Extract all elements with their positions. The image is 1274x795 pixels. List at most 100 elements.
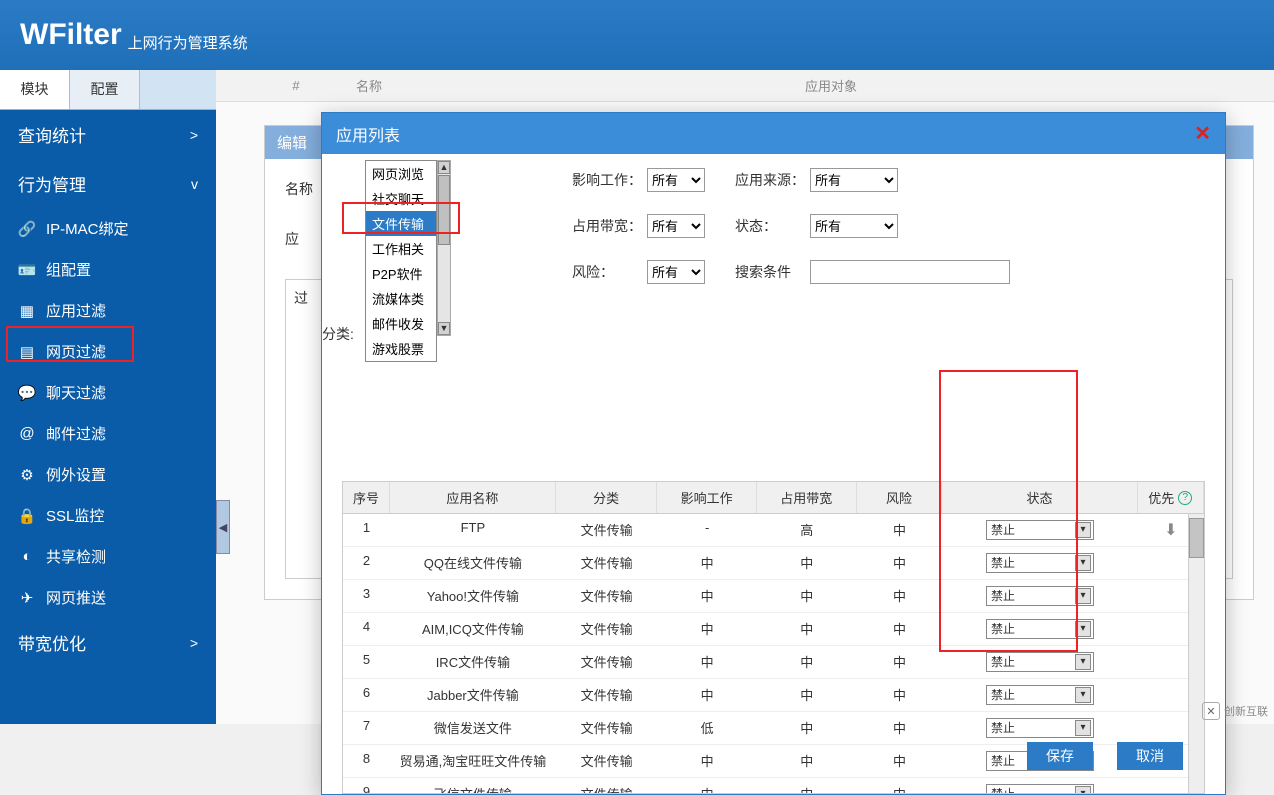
sidebar-item-2[interactable]: ▦应用过滤 xyxy=(0,290,216,331)
help-icon[interactable]: ? xyxy=(1178,491,1192,505)
col-name: 名称 xyxy=(356,76,805,95)
search-input[interactable] xyxy=(810,260,1010,284)
dropdown-item[interactable]: 流媒体类 xyxy=(366,286,436,311)
cell-category: 文件传输 xyxy=(556,712,658,744)
save-button[interactable]: 保存 xyxy=(1027,742,1093,770)
dropdown-item[interactable]: P2P软件 xyxy=(366,261,436,286)
sidebar-item-8[interactable]: ◐共享检测 xyxy=(0,536,216,577)
sidebar-item-1[interactable]: 🪪组配置 xyxy=(0,249,216,290)
dialog-footer: 保存 取消 xyxy=(1027,742,1183,770)
brand-logo: WFilter xyxy=(20,18,122,52)
cell-id: 3 xyxy=(343,580,390,612)
menu-group-behavior[interactable]: 行为管理 v xyxy=(0,159,216,208)
cell-category: 文件传输 xyxy=(556,646,658,678)
table-scrollbar[interactable] xyxy=(1188,514,1204,793)
filter-status-label: 状态： xyxy=(735,216,810,236)
table-row: 4AIM,ICQ文件传输文件传输中中中禁止 xyxy=(343,613,1204,646)
cell-impact: 中 xyxy=(657,679,757,711)
status-select[interactable]: 禁止 xyxy=(986,586,1094,606)
sidebar-item-0[interactable]: 🔗IP-MAC绑定 xyxy=(0,208,216,249)
dropdown-item[interactable]: 工作相关 xyxy=(366,236,436,261)
cell-risk: 中 xyxy=(857,547,943,579)
menu-group-label: 行为管理 xyxy=(18,171,86,196)
status-select[interactable]: 禁止 xyxy=(986,784,1094,794)
edit-app-label: 应 xyxy=(285,231,299,247)
cell-risk: 中 xyxy=(857,712,943,744)
dropdown-item[interactable]: 网页浏览 xyxy=(366,161,436,186)
main-column-header: # 名称 应用对象 xyxy=(216,70,1274,102)
status-select[interactable]: 禁止 xyxy=(986,553,1094,573)
sidebar-item-7[interactable]: 🔒SSL监控 xyxy=(0,495,216,536)
cell-status: 禁止 xyxy=(942,547,1137,579)
sidebar-item-9[interactable]: ✈网页推送 xyxy=(0,577,216,618)
col-app-name: 应用名称 xyxy=(390,482,556,513)
app-header: WFilter 上网行为管理系统 xyxy=(0,0,1274,70)
edit-filter-label: 过 xyxy=(294,290,308,306)
col-priority-label: 优先 xyxy=(1148,488,1174,507)
sidebar-item-4[interactable]: 💬聊天过滤 xyxy=(0,372,216,413)
filter-impact-select[interactable]: 所有 xyxy=(647,168,705,192)
filter-status-select[interactable]: 所有 xyxy=(810,214,898,238)
cell-name: Jabber文件传输 xyxy=(390,679,556,711)
status-select[interactable]: 禁止 xyxy=(986,652,1094,672)
menu-item-label: 共享检测 xyxy=(46,546,106,567)
cell-id: 1 xyxy=(343,514,390,546)
menu-icon: 🔗 xyxy=(18,220,36,238)
cell-risk: 中 xyxy=(857,679,943,711)
sidebar-item-3[interactable]: ▤网页过滤 xyxy=(0,331,216,372)
dropdown-item[interactable]: 游戏股票 xyxy=(366,336,436,361)
sidebar-collapse-handle[interactable]: ◀ xyxy=(216,500,230,554)
cell-status: 禁止 xyxy=(942,580,1137,612)
scroll-down-icon[interactable]: ▼ xyxy=(438,322,450,335)
cell-name: FTP xyxy=(390,514,556,546)
filter-bandwidth-select[interactable]: 所有 xyxy=(647,214,705,238)
cell-id: 8 xyxy=(343,745,390,777)
priority-down-icon[interactable]: ⬇ xyxy=(1164,520,1177,540)
cell-risk: 中 xyxy=(857,580,943,612)
menu-group-bandwidth[interactable]: 带宽优化 > xyxy=(0,618,216,667)
cancel-button[interactable]: 取消 xyxy=(1117,742,1183,770)
status-select[interactable]: 禁止 xyxy=(986,520,1094,540)
cell-status: 禁止 xyxy=(942,679,1137,711)
table-row: 3Yahoo!文件传输文件传输中中中禁止 xyxy=(343,580,1204,613)
cell-name: IRC文件传输 xyxy=(390,646,556,678)
dropdown-scrollbar[interactable]: ▲ ▼ xyxy=(437,160,451,336)
menu-icon: 💬 xyxy=(18,384,36,402)
filter-source-select[interactable]: 所有 xyxy=(810,168,898,192)
status-select[interactable]: 禁止 xyxy=(986,619,1094,639)
col-id: 序号 xyxy=(343,482,390,513)
status-select[interactable]: 禁止 xyxy=(986,718,1094,738)
cell-id: 5 xyxy=(343,646,390,678)
tab-module[interactable]: 模块 xyxy=(0,70,70,109)
close-icon[interactable]: ✕ xyxy=(1194,121,1211,146)
filter-risk-label: 风险： xyxy=(572,262,647,282)
scroll-up-icon[interactable]: ▲ xyxy=(438,161,450,174)
category-dropdown-list[interactable]: 网页浏览社交聊天文件传输工作相关P2P软件流媒体类邮件收发游戏股票 xyxy=(365,160,437,362)
dialog-title: 应用列表 xyxy=(336,122,400,146)
cell-id: 9 xyxy=(343,778,390,794)
cell-name: 贸易通,淘宝旺旺文件传输 xyxy=(390,745,556,777)
menu-item-label: 网页过滤 xyxy=(46,341,106,362)
dropdown-item[interactable]: 邮件收发 xyxy=(366,311,436,336)
dropdown-item[interactable]: 社交聊天 xyxy=(366,186,436,211)
sidebar-item-5[interactable]: @邮件过滤 xyxy=(0,413,216,454)
menu-group-query[interactable]: 查询统计 > xyxy=(0,110,216,159)
col-status: 状态 xyxy=(942,482,1137,513)
table-row: 1FTP文件传输-高中禁止⬇ xyxy=(343,514,1204,547)
menu-icon: ⚙ xyxy=(18,466,36,484)
edit-name-label: 名称 xyxy=(285,181,313,197)
menu-icon: 🪪 xyxy=(18,261,36,279)
sidebar-item-6[interactable]: ⚙例外设置 xyxy=(0,454,216,495)
tab-config[interactable]: 配置 xyxy=(70,70,140,109)
dialog-header: 应用列表 ✕ xyxy=(322,113,1225,154)
scrollbar-thumb[interactable] xyxy=(438,175,450,245)
col-target: 应用对象 xyxy=(805,76,1254,95)
filter-risk-select[interactable]: 所有 xyxy=(647,260,705,284)
cell-bandwidth: 中 xyxy=(757,547,857,579)
cell-category: 文件传输 xyxy=(556,679,658,711)
dropdown-item[interactable]: 文件传输 xyxy=(366,211,436,236)
status-select[interactable]: 禁止 xyxy=(986,685,1094,705)
chevron-right-icon: > xyxy=(190,635,198,651)
cell-category: 文件传输 xyxy=(556,514,658,546)
scrollbar-thumb[interactable] xyxy=(1189,518,1204,558)
